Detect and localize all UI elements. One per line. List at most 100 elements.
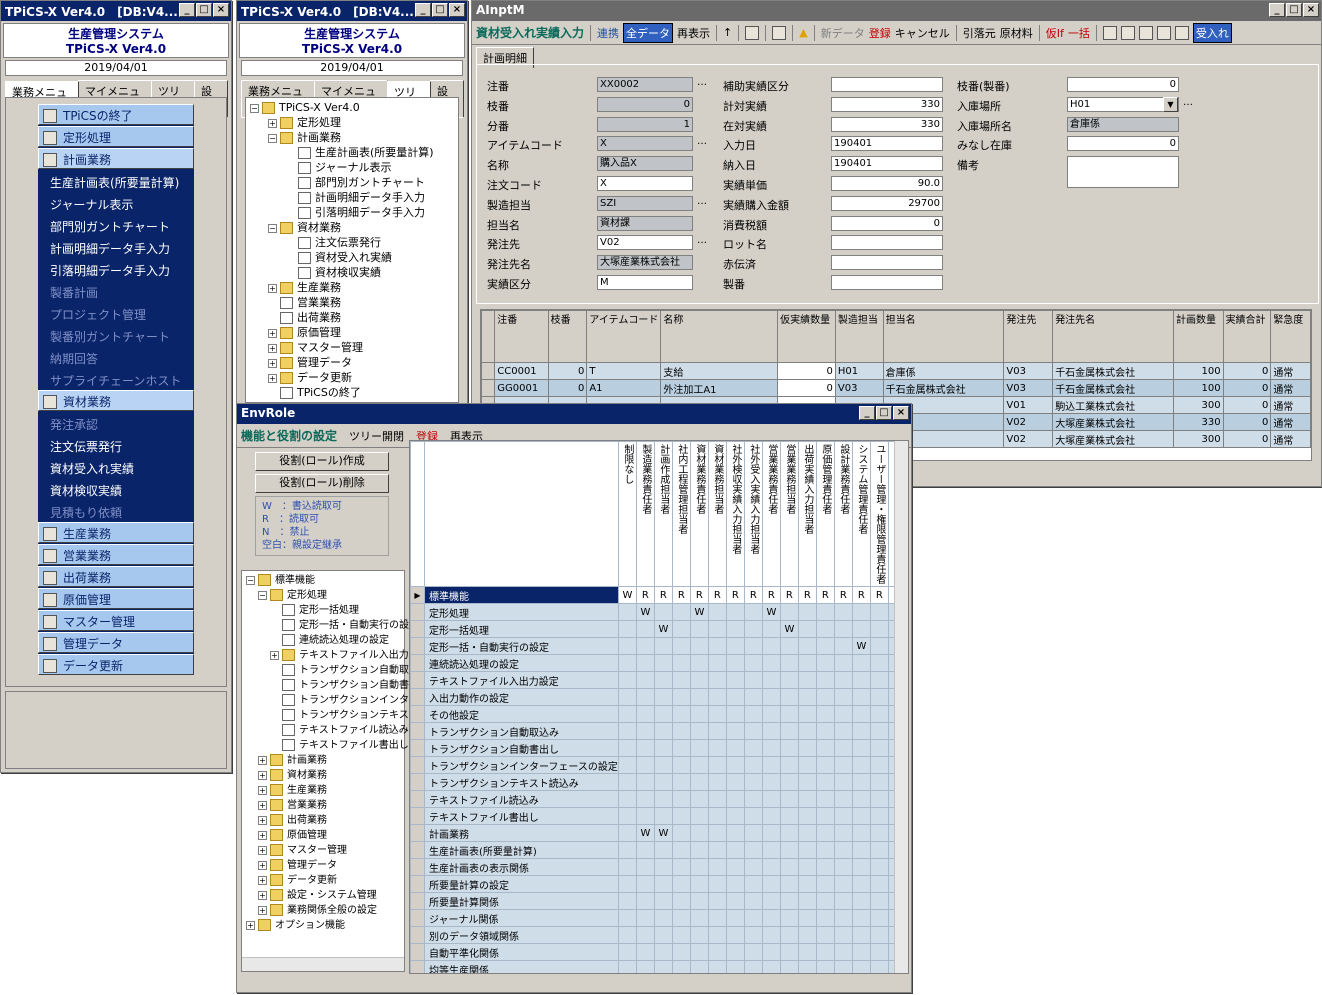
permission-cell[interactable] <box>635 739 655 757</box>
permission-cell[interactable] <box>833 671 853 689</box>
row-header[interactable] <box>410 824 425 842</box>
menu-button[interactable]: TPiCSの終了 <box>38 104 194 125</box>
permission-cell[interactable] <box>707 620 727 638</box>
permission-cell[interactable]: R <box>671 586 691 604</box>
permission-cell[interactable] <box>797 671 817 689</box>
permission-cell[interactable] <box>635 858 655 876</box>
permission-cell[interactable] <box>707 926 727 944</box>
permission-cell[interactable] <box>707 858 727 876</box>
minimize-button[interactable]: _ <box>1269 3 1285 17</box>
column-header[interactable]: 発注先 <box>1003 310 1054 363</box>
permission-cell[interactable] <box>707 960 727 973</box>
permission-cell[interactable]: W <box>635 824 655 842</box>
permission-cell[interactable] <box>815 790 835 808</box>
permission-cell[interactable] <box>689 756 709 774</box>
permission-cell[interactable] <box>653 875 673 893</box>
grid-cell[interactable]: 駒込工業株式会社 <box>1052 396 1174 414</box>
permission-cell[interactable] <box>869 688 889 706</box>
permission-cell[interactable] <box>833 603 853 621</box>
permission-cell[interactable] <box>851 892 871 910</box>
batch-button[interactable]: 一括 <box>1068 25 1090 41</box>
column-header[interactable]: 名称 <box>660 310 779 363</box>
function-label[interactable]: テキストファイル書出し <box>424 807 619 825</box>
expand-toggle-icon[interactable]: + <box>270 650 279 660</box>
tree-node[interactable]: + 原価管理 <box>250 325 454 340</box>
lookup-button[interactable]: … <box>697 136 707 147</box>
permission-cell[interactable] <box>779 705 799 723</box>
permission-cell[interactable] <box>815 943 835 961</box>
permission-cell[interactable] <box>725 909 745 927</box>
permission-cell[interactable] <box>743 620 763 638</box>
permission-cell[interactable]: R <box>851 586 871 604</box>
permission-cell[interactable] <box>725 637 745 655</box>
permission-cell[interactable] <box>743 875 763 893</box>
tree-node[interactable]: + 定形処理 <box>250 115 454 130</box>
permission-cell[interactable] <box>617 620 637 638</box>
grid-cell[interactable]: 通常 <box>1270 362 1311 380</box>
menu-button[interactable]: 営業業務 <box>38 544 194 565</box>
permission-cell[interactable] <box>671 603 691 621</box>
permission-cell[interactable] <box>689 943 709 961</box>
permission-cell[interactable] <box>689 824 709 842</box>
permission-cell[interactable] <box>725 807 745 825</box>
permission-cell[interactable] <box>779 773 799 791</box>
column-header[interactable]: アイテムコード <box>586 310 662 363</box>
field-input[interactable] <box>1067 156 1179 189</box>
permission-cell[interactable] <box>815 705 835 723</box>
permission-cell[interactable] <box>815 841 835 859</box>
permission-cell[interactable] <box>689 807 709 825</box>
permission-cell[interactable] <box>617 807 637 825</box>
grid-cell[interactable]: V01 <box>1003 396 1054 414</box>
permission-cell[interactable] <box>671 654 691 672</box>
permission-cell[interactable] <box>725 892 745 910</box>
permission-cell[interactable] <box>671 926 691 944</box>
permission-cell[interactable] <box>761 756 781 774</box>
tree-node[interactable]: TPiCSの終了 <box>250 385 454 400</box>
permission-cell[interactable] <box>833 858 853 876</box>
permission-cell[interactable] <box>707 756 727 774</box>
permission-cell[interactable] <box>653 739 673 757</box>
permission-cell[interactable] <box>653 688 673 706</box>
function-label[interactable]: ジャーナル関係 <box>424 909 619 927</box>
permission-cell[interactable] <box>797 603 817 621</box>
row-header[interactable] <box>410 688 425 706</box>
expand-toggle-icon[interactable]: + <box>258 875 267 885</box>
permission-cell[interactable] <box>815 926 835 944</box>
function-label[interactable]: テキストファイル読込み <box>424 790 619 808</box>
menu-item[interactable]: 引落明細データ手入力 <box>38 258 194 280</box>
permission-cell[interactable] <box>761 773 781 791</box>
table-row[interactable]: 連続読込処理の設定 <box>410 654 907 672</box>
ainptm-titlebar[interactable]: AInptM _ □ × <box>472 1 1321 21</box>
matrix-vscrollbar[interactable] <box>894 441 908 973</box>
permission-cell[interactable] <box>779 790 799 808</box>
grid-cell[interactable]: V02 <box>1003 413 1054 431</box>
permission-cell[interactable] <box>635 688 655 706</box>
role-header[interactable]: 社内工程管理担当者 <box>671 441 691 587</box>
grid-cell[interactable]: 千石金属株式会社 <box>882 379 1005 397</box>
permission-cell[interactable] <box>653 722 673 740</box>
tree-node[interactable]: + 管理データ <box>246 858 400 873</box>
permission-cell[interactable] <box>743 841 763 859</box>
row-header[interactable] <box>410 705 425 723</box>
table-row[interactable]: 入出力動作の設定 <box>410 688 907 706</box>
permission-cell[interactable] <box>671 909 691 927</box>
menu-button[interactable]: 計画業務 <box>38 148 194 169</box>
expand-toggle-icon[interactable]: + <box>258 890 267 900</box>
permission-cell[interactable] <box>869 671 889 689</box>
permission-cell[interactable] <box>617 909 637 927</box>
permission-cell[interactable] <box>779 909 799 927</box>
tree-node[interactable]: + 営業業務 <box>246 798 400 813</box>
permission-cell[interactable] <box>815 654 835 672</box>
permission-cell[interactable] <box>761 841 781 859</box>
menu-item[interactable]: 計画明細データ手入力 <box>38 236 194 258</box>
permission-cell[interactable] <box>851 773 871 791</box>
role-header[interactable]: システム管理責任者 <box>851 441 871 587</box>
grid-cell[interactable]: V03 <box>834 379 884 397</box>
permission-cell[interactable] <box>869 620 889 638</box>
permission-cell[interactable] <box>725 620 745 638</box>
expand-toggle-icon[interactable]: + <box>258 800 267 810</box>
permission-cell[interactable] <box>689 739 709 757</box>
permission-cell[interactable] <box>653 790 673 808</box>
tree-node[interactable]: − 定形処理 <box>246 588 400 603</box>
permission-cell[interactable] <box>869 739 889 757</box>
